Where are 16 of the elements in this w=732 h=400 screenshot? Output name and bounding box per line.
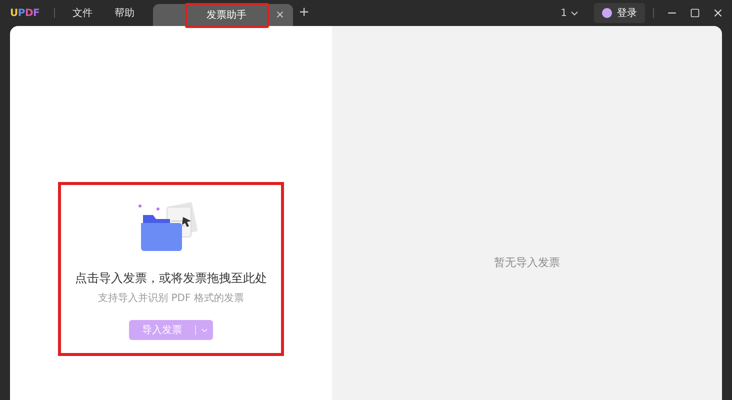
maximize-icon [690, 8, 700, 18]
new-tab-button[interactable]: + [298, 3, 310, 23]
menu-item[interactable]: 文件 [68, 6, 97, 20]
tab-label: 发票助手 [184, 2, 269, 28]
page-count-dropdown[interactable]: 1 [560, 6, 580, 20]
tab[interactable]: 发票助手 × [152, 4, 293, 26]
close-icon [712, 7, 724, 19]
maximize-button[interactable] [688, 6, 702, 20]
import-subtext: 支持导入并识别 PDF 格式的发票 [98, 292, 244, 306]
import-heading: 点击导入发票，或将发票拖拽至此处 [75, 270, 267, 287]
app-logo: UPDF [10, 6, 40, 20]
empty-message: 暂无导入发票 [494, 254, 560, 271]
menu-item[interactable]: 帮助 [110, 6, 139, 20]
tab-close-button[interactable]: × [275, 6, 285, 24]
avatar-icon [602, 8, 612, 18]
login-button[interactable]: 登录 [594, 3, 645, 23]
